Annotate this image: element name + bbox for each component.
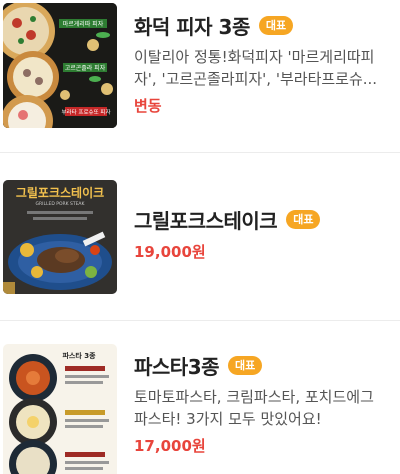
representative-badge: 대표	[228, 355, 263, 375]
item-description: 이탈리아 정통!화덕피자 '마르게리따피 자', '고르곤졸라피자', '부라타…	[134, 46, 400, 90]
pizza-thumbnail[interactable]: 마르게리따 피자 고르곤졸라 피자 부라타 프로슈또 피자	[3, 3, 117, 128]
divider	[0, 152, 400, 153]
divider	[0, 320, 400, 321]
item-description: 토마토파스타, 크림파스타, 포치드에그 파스타! 3가지 모두 맛있어요!	[134, 386, 400, 430]
steak-thumbnail[interactable]: 그릴포크스테이크 GRILLED PORK STEAK	[3, 180, 117, 294]
menu-item-pasta[interactable]: 파스타 3종 파스타3종 대표 토마토파스타, 크림파스타, 포치드에그 파스타…	[0, 336, 400, 474]
thumb-label-3: 부라타 프로슈또 피자	[61, 108, 110, 116]
item-title[interactable]: 그릴포크스테이크	[134, 205, 278, 234]
thumb-subtitle: GRILLED PORK STEAK	[36, 201, 86, 207]
representative-badge: 대표	[258, 15, 294, 35]
thumb-title: 파스타 3종	[62, 351, 96, 360]
item-price: 변동	[134, 97, 162, 115]
item-title[interactable]: 화덕 피자 3종	[134, 11, 250, 40]
menu-item-steak[interactable]: 그릴포크스테이크 GRILLED PORK STEAK 그릴포크스테이크 대표 …	[0, 170, 400, 302]
steak-info: 그릴포크스테이크 대표 19,000원	[134, 204, 400, 262]
menu-item-pizza[interactable]: 마르게리따 피자 고르곤졸라 피자 부라타 프로슈또 피자 화덕 피자 3종 대…	[0, 0, 400, 134]
item-title[interactable]: 파스타3종	[134, 351, 220, 380]
desc-line-2: 자', '고르곤졸라피자', '부라타프로슈...	[134, 70, 378, 88]
representative-badge: 대표	[286, 209, 321, 229]
pizza-info: 화덕 피자 3종 대표 이탈리아 정통!화덕피자 '마르게리따피 자', '고르…	[134, 10, 400, 116]
item-price: 19,000원	[134, 243, 206, 261]
desc-line-1: 토마토파스타, 크림파스타, 포치드에그	[134, 388, 374, 406]
thumb-title: 그릴포크스테이크	[16, 185, 104, 200]
desc-line-2: 파스타! 3가지 모두 맛있어요!	[134, 410, 322, 428]
desc-line-1: 이탈리아 정통!화덕피자 '마르게리따피	[134, 48, 375, 66]
thumb-label-2: 고르곤졸라 피자	[65, 64, 106, 72]
thumb-label-1: 마르게리따 피자	[63, 20, 104, 28]
item-price: 17,000원	[134, 437, 206, 455]
pasta-info: 파스타3종 대표 토마토파스타, 크림파스타, 포치드에그 파스타! 3가지 모…	[134, 350, 400, 456]
pasta-thumbnail[interactable]: 파스타 3종	[3, 344, 117, 474]
menu-list: 마르게리따 피자 고르곤졸라 피자 부라타 프로슈또 피자 화덕 피자 3종 대…	[0, 0, 400, 474]
